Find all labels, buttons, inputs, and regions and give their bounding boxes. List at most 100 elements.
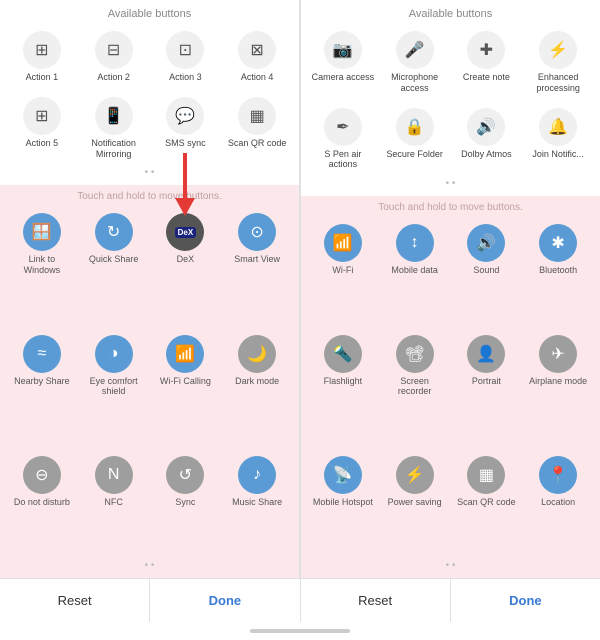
available-btn-label-6: SMS sync <box>165 138 206 149</box>
active-btn-7[interactable]: ✈Airplane mode <box>524 330 592 447</box>
available-btn-0[interactable]: 📷Camera access <box>309 26 377 99</box>
active-btn-label-5: Eye comfort shield <box>82 376 146 398</box>
home-bar-line <box>250 629 350 633</box>
active-btn-label-1: Quick Share <box>89 254 139 265</box>
right-done-button[interactable]: Done <box>451 579 600 622</box>
available-btn-5[interactable]: 📱Notification Mirroring <box>80 92 148 165</box>
active-btn-label-9: NFC <box>104 497 123 508</box>
available-btn-3[interactable]: ⊠Action 4 <box>223 26 291 88</box>
left-available-grid: ⊞Action 1⊟Action 2⊡Action 3⊠Action 4⊞Act… <box>6 26 293 164</box>
active-btn-label-8: Mobile Hotspot <box>313 497 373 508</box>
available-btn-label-5: Notification Mirroring <box>82 138 146 160</box>
available-btn-icon-3: ⚡ <box>539 31 577 69</box>
active-btn-label-6: Portrait <box>472 376 501 387</box>
active-btn-8[interactable]: ⊖Do not disturb <box>8 451 76 557</box>
active-btn-icon-8: ⊖ <box>23 456 61 494</box>
active-btn-5[interactable]: ◑ Eye comfort shield <box>80 330 148 447</box>
active-btn-9[interactable]: N NFC <box>80 451 148 557</box>
panels-container: Available buttons ⊞Action 1⊟Action 2⊡Act… <box>0 0 600 578</box>
available-btn-label-1: Microphone access <box>383 72 447 94</box>
available-btn-icon-7: 🔔 <box>539 108 577 146</box>
active-btn-1[interactable]: ↕Mobile data <box>381 219 449 325</box>
active-btn-icon-11: ♪ <box>238 456 276 494</box>
footer: Reset Done Reset Done <box>0 578 600 622</box>
active-btn-9[interactable]: ⚡Power saving <box>381 451 449 557</box>
available-btn-icon-4: ⊞ <box>23 97 61 135</box>
left-footer: Reset Done <box>0 579 301 622</box>
active-btn-11[interactable]: ♪Music Share <box>223 451 291 557</box>
active-btn-label-2: Sound <box>473 265 499 276</box>
active-btn-icon-10: ↺ <box>166 456 204 494</box>
active-btn-0[interactable]: 🪟 Link to Windows <box>8 208 76 325</box>
left-available-title: Available buttons <box>6 8 293 20</box>
available-btn-label-6: Dolby Atmos <box>461 149 512 160</box>
active-btn-3[interactable]: ✱Bluetooth <box>524 219 592 325</box>
available-btn-5[interactable]: 🔒Secure Folder <box>381 103 449 176</box>
active-btn-6[interactable]: 👤 Portrait <box>453 330 521 447</box>
available-btn-0[interactable]: ⊞Action 1 <box>8 26 76 88</box>
dex-arrow-wrapper: DeX <box>166 213 204 254</box>
available-btn-6[interactable]: 💬SMS sync <box>152 92 220 165</box>
available-btn-7[interactable]: ▦Scan QR code <box>223 92 291 165</box>
available-btn-4[interactable]: ⊞Action 5 <box>8 92 76 165</box>
left-available-section: Available buttons ⊞Action 1⊟Action 2⊡Act… <box>0 0 299 185</box>
available-btn-2[interactable]: ⊡Action 3 <box>152 26 220 88</box>
active-btn-icon-3: ⊙ <box>238 213 276 251</box>
active-btn-icon-5: 📽 <box>396 335 434 373</box>
active-btn-label-0: Link to Windows <box>10 254 74 276</box>
active-btn-10[interactable]: ↺Sync <box>152 451 220 557</box>
active-btn-label-3: Smart View <box>234 254 280 265</box>
active-btn-icon-0: 🪟 <box>23 213 61 251</box>
active-btn-icon-5: ◑ <box>95 335 133 373</box>
active-btn-3[interactable]: ⊙ Smart View <box>223 208 291 325</box>
available-btn-4[interactable]: ✒S Pen air actions <box>309 103 377 176</box>
active-btn-5[interactable]: 📽Screen recorder <box>381 330 449 447</box>
left-done-button[interactable]: Done <box>150 579 299 622</box>
active-btn-2[interactable]: 🔊Sound <box>453 219 521 325</box>
available-btn-label-2: Create note <box>463 72 510 83</box>
active-btn-label-7: Dark mode <box>235 376 279 387</box>
active-btn-7[interactable]: 🌙 Dark mode <box>223 330 291 447</box>
right-available-title: Available buttons <box>307 8 594 20</box>
active-btn-6[interactable]: 📶Wi-Fi Calling <box>152 330 220 447</box>
left-panel: Available buttons ⊞Action 1⊟Action 2⊡Act… <box>0 0 300 578</box>
available-btn-label-0: Action 1 <box>26 72 59 83</box>
active-btn-10[interactable]: ▦Scan QR code <box>453 451 521 557</box>
available-btn-7[interactable]: 🔔 Join Notific... <box>524 103 592 176</box>
active-btn-icon-9: N <box>95 456 133 494</box>
available-btn-2[interactable]: ✚Create note <box>453 26 521 99</box>
right-dots: • • <box>307 175 594 192</box>
home-bar <box>0 622 600 640</box>
right-available-grid: 📷Camera access🎤Microphone access✚Create … <box>307 26 594 175</box>
available-btn-1[interactable]: 🎤Microphone access <box>381 26 449 99</box>
available-btn-icon-2: ⊡ <box>166 31 204 69</box>
active-btn-icon-9: ⚡ <box>396 456 434 494</box>
active-btn-icon-1: ↕ <box>396 224 434 262</box>
available-btn-label-4: S Pen air actions <box>311 149 375 171</box>
available-btn-label-3: Action 4 <box>241 72 274 83</box>
active-btn-0[interactable]: 📶Wi-Fi <box>309 219 377 325</box>
active-btn-8[interactable]: 📡Mobile Hotspot <box>309 451 377 557</box>
available-btn-label-3: Enhanced processing <box>526 72 590 94</box>
active-btn-1[interactable]: ↻Quick Share <box>80 208 148 325</box>
right-footer: Reset Done <box>301 579 600 622</box>
available-btn-icon-0: 📷 <box>324 31 362 69</box>
right-reset-button[interactable]: Reset <box>301 579 451 622</box>
active-btn-11[interactable]: 📍Location <box>524 451 592 557</box>
right-available-section: Available buttons 📷Camera access🎤Microph… <box>301 0 600 196</box>
available-btn-1[interactable]: ⊟Action 2 <box>80 26 148 88</box>
left-reset-button[interactable]: Reset <box>0 579 150 622</box>
active-btn-icon-3: ✱ <box>539 224 577 262</box>
active-btn-4[interactable]: ≈Nearby Share <box>8 330 76 447</box>
active-btn-icon-0: 📶 <box>324 224 362 262</box>
active-btn-icon-4: 🔦 <box>324 335 362 373</box>
available-btn-3[interactable]: ⚡ Enhanced processing <box>524 26 592 99</box>
active-btn-label-6: Wi-Fi Calling <box>160 376 211 387</box>
available-btn-6[interactable]: 🔊Dolby Atmos <box>453 103 521 176</box>
active-btn-icon-6: 👤 <box>467 335 505 373</box>
active-btn-4[interactable]: 🔦Flashlight <box>309 330 377 447</box>
active-btn-icon-7: 🌙 <box>238 335 276 373</box>
available-btn-label-7: Join Notific... <box>532 149 584 160</box>
available-btn-icon-7: ▦ <box>238 97 276 135</box>
active-btn-2[interactable]: DeXDeX <box>152 208 220 325</box>
